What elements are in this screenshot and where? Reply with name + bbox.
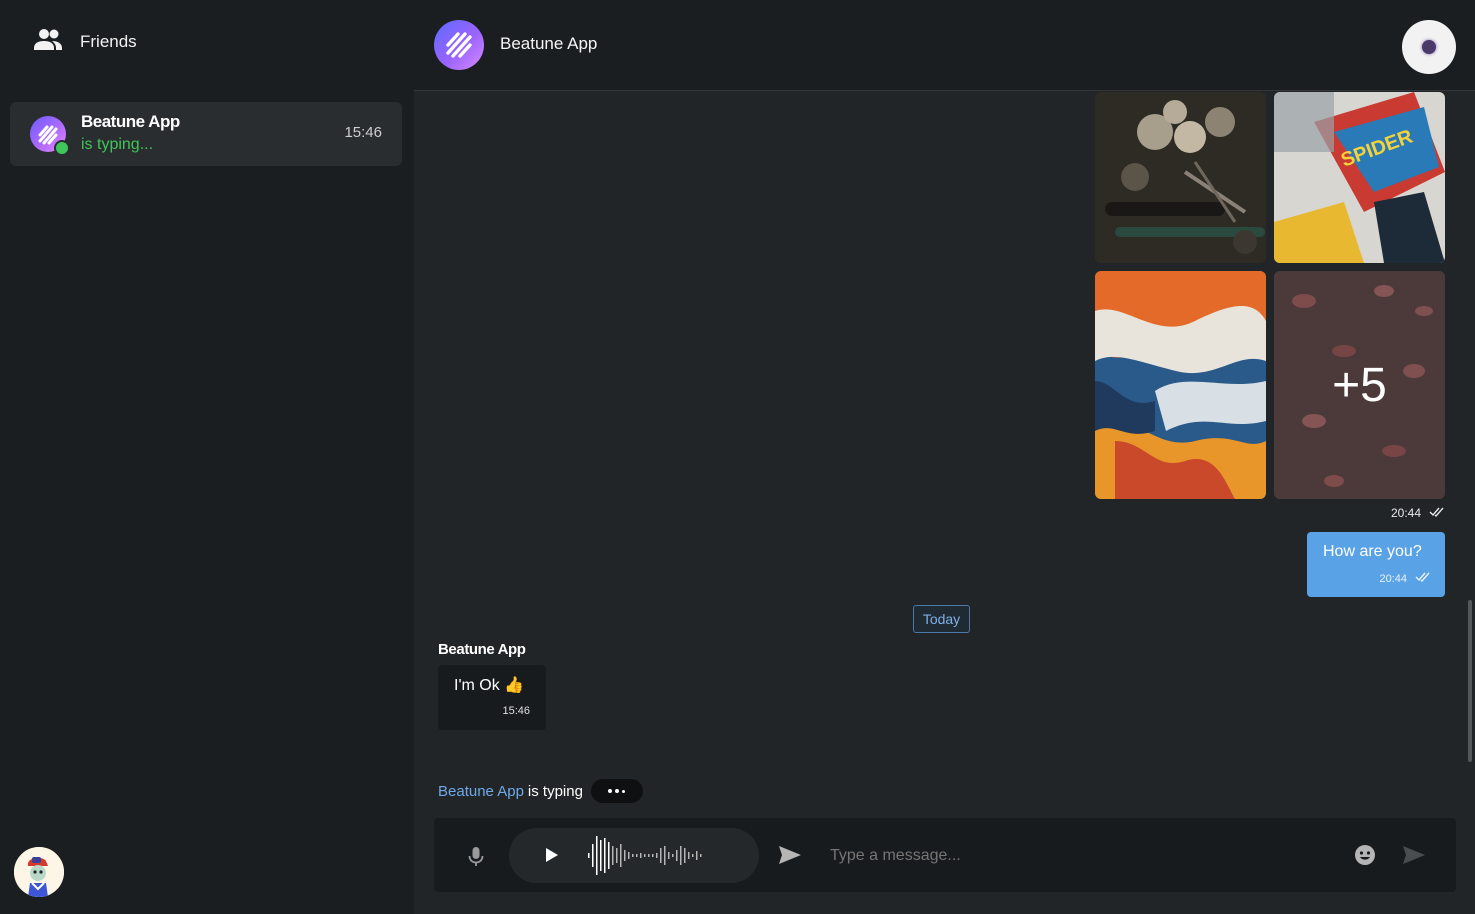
waveform-icon <box>586 834 716 882</box>
outgoing-message[interactable]: How are you? 20:44 <box>1307 532 1445 597</box>
online-indicator <box>54 140 70 156</box>
chat-list-item[interactable]: Beatune App is typing... 15:46 <box>10 102 402 166</box>
more-images-count: +5 <box>1274 271 1445 499</box>
double-check-icon <box>1415 572 1431 585</box>
message-input[interactable] <box>828 846 1332 866</box>
sidebar: Friends Beatune App is typing... 15:46 <box>0 0 414 914</box>
typing-dots-icon <box>590 779 643 803</box>
message-text: How are you? <box>1323 543 1422 560</box>
gallery-image-more[interactable]: +5 <box>1274 271 1445 499</box>
gallery-image-1[interactable] <box>1095 92 1266 263</box>
contact-name: Beatune App <box>500 34 598 53</box>
chat-name: Beatune App <box>81 112 180 131</box>
friends-label: Friends <box>80 31 137 51</box>
microphone-icon[interactable] <box>468 846 484 873</box>
people-icon <box>34 28 62 55</box>
message-meta: 20:44 <box>1379 572 1431 585</box>
send-icon[interactable] <box>1402 845 1426 870</box>
message-time: 20:44 <box>1379 572 1407 585</box>
typing-user: Beatune App <box>438 782 524 800</box>
gallery-image-2[interactable]: SPIDER <box>1274 92 1445 263</box>
gallery-timestamp: 20:44 <box>1391 506 1445 520</box>
message-text: I'm Ok 👍 <box>454 677 525 694</box>
play-icon[interactable] <box>545 847 559 868</box>
chat-time: 15:46 <box>344 124 382 141</box>
audio-player[interactable] <box>509 828 759 883</box>
date-divider: Today <box>913 605 970 633</box>
gallery-time: 20:44 <box>1391 506 1422 520</box>
incoming-message[interactable]: I'm Ok 👍 15:46 <box>438 665 546 730</box>
message-time: 15:46 <box>502 705 530 717</box>
double-check-icon <box>1429 506 1445 520</box>
emoji-icon[interactable] <box>1354 844 1376 871</box>
scrollbar[interactable] <box>1468 600 1472 762</box>
typing-indicator: Beatune App is typing <box>438 779 643 803</box>
user-avatar[interactable] <box>14 847 64 897</box>
typing-text: is typing <box>527 782 583 800</box>
friends-header[interactable]: Friends <box>34 28 137 55</box>
message-sender: Beatune App <box>438 641 526 658</box>
contact-avatar[interactable] <box>434 20 484 70</box>
message-composer <box>434 818 1456 892</box>
send-audio-icon[interactable] <box>778 845 802 870</box>
profile-button[interactable] <box>1402 20 1456 74</box>
gallery-image-3[interactable] <box>1095 271 1266 499</box>
chat-header: Beatune App <box>414 0 1475 91</box>
chat-status: is typing... <box>81 136 154 153</box>
